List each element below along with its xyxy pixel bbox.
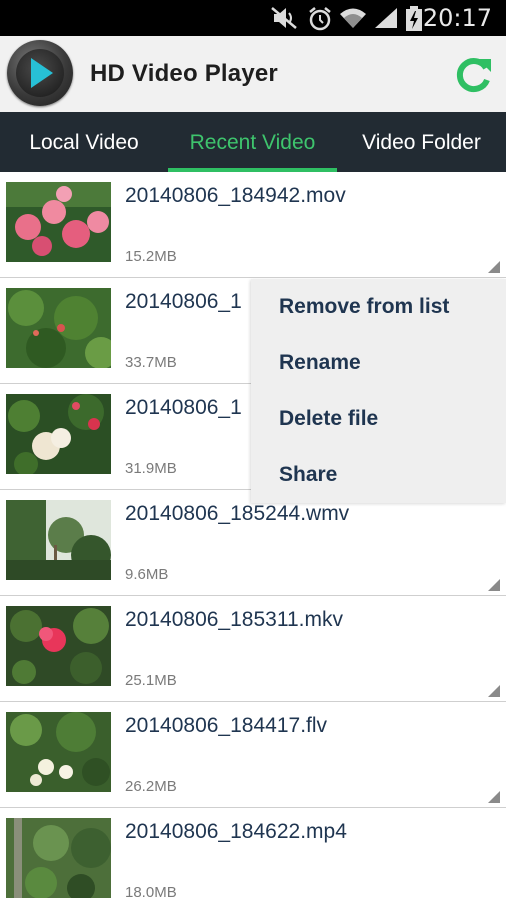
file-size: 25.1MB bbox=[125, 672, 177, 689]
menu-item-rename[interactable]: Rename bbox=[251, 335, 506, 391]
file-size: 31.9MB bbox=[125, 460, 177, 477]
status-time: 20:17 bbox=[422, 4, 492, 32]
file-size: 26.2MB bbox=[125, 778, 177, 795]
tab-bar: Local Video Recent Video Video Folder bbox=[0, 112, 506, 172]
mute-icon bbox=[271, 7, 297, 29]
file-name: 20140806_184622.mp4 bbox=[125, 820, 347, 843]
context-menu: Remove from list Rename Delete file Shar… bbox=[251, 279, 506, 503]
video-thumbnail bbox=[6, 288, 111, 368]
status-bar: 20:17 bbox=[0, 0, 506, 36]
corner-menu-indicator[interactable] bbox=[488, 261, 500, 273]
file-name: 20140806_185311.mkv bbox=[125, 608, 343, 631]
signal-icon bbox=[375, 8, 397, 28]
file-name: 20140806_1 bbox=[125, 396, 242, 419]
refresh-icon[interactable] bbox=[452, 53, 494, 95]
list-item[interactable]: 20140806_185311.mkv 25.1MB bbox=[0, 596, 506, 702]
file-size: 18.0MB bbox=[125, 884, 177, 900]
list-item[interactable]: 20140806_184622.mp4 18.0MB bbox=[0, 808, 506, 900]
menu-item-delete-file[interactable]: Delete file bbox=[251, 391, 506, 447]
file-size: 33.7MB bbox=[125, 354, 177, 371]
corner-menu-indicator[interactable] bbox=[488, 685, 500, 697]
menu-item-share[interactable]: Share bbox=[251, 447, 506, 503]
menu-item-remove-from-list[interactable]: Remove from list bbox=[251, 279, 506, 335]
list-item[interactable]: 20140806_184942.mov 15.2MB bbox=[0, 172, 506, 278]
tab-recent-video[interactable]: Recent Video bbox=[168, 112, 337, 172]
tab-local-video[interactable]: Local Video bbox=[0, 112, 168, 172]
video-thumbnail bbox=[6, 712, 111, 792]
alarm-icon bbox=[309, 7, 331, 31]
video-thumbnail bbox=[6, 394, 111, 474]
video-thumbnail bbox=[6, 606, 111, 686]
video-thumbnail bbox=[6, 818, 111, 898]
list-item[interactable]: 20140806_184417.flv 26.2MB bbox=[0, 702, 506, 808]
corner-menu-indicator[interactable] bbox=[488, 579, 500, 591]
list-item[interactable]: 20140806_185244.wmv 9.6MB bbox=[0, 490, 506, 596]
file-name: 20140806_185244.wmv bbox=[125, 502, 350, 525]
file-name: 20140806_1 bbox=[125, 290, 242, 313]
wifi-icon bbox=[340, 8, 366, 28]
app-header: HD Video Player bbox=[0, 36, 506, 112]
app-logo-play-icon bbox=[7, 40, 73, 106]
file-name: 20140806_184417.flv bbox=[125, 714, 328, 737]
video-thumbnail bbox=[6, 182, 111, 262]
tab-video-folder[interactable]: Video Folder bbox=[337, 112, 506, 172]
file-size: 9.6MB bbox=[125, 566, 169, 583]
corner-menu-indicator[interactable] bbox=[488, 791, 500, 803]
file-size: 15.2MB bbox=[125, 248, 177, 265]
file-name: 20140806_184942.mov bbox=[125, 184, 346, 207]
video-thumbnail bbox=[6, 500, 111, 580]
app-title: HD Video Player bbox=[90, 60, 278, 87]
battery-charging-icon bbox=[406, 6, 422, 31]
